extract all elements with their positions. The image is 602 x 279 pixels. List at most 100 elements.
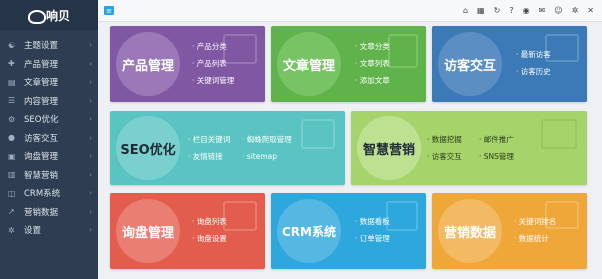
sidebar-item-label: 访客交互 [24,133,59,144]
tile-link[interactable]: 栏目关键词 [188,131,231,148]
sidebar-item-label: CRM系统 [24,189,61,200]
sidebar-item-content[interactable]: ☰ 内容管理 › [0,92,98,111]
help-icon[interactable]: ? [509,6,513,15]
tile-link[interactable]: 数据挖掘 [427,131,462,148]
tile-product[interactable]: 产品管理 产品分类 产品列表 关键词管理 [110,26,265,102]
tile-link[interactable]: 关键词管理 [192,72,235,89]
sidebar-item-marketing[interactable]: ▥ 智慧营销 › [0,166,98,185]
tile-link[interactable]: 关键词排名 [514,213,557,230]
tile-link[interactable]: 添加文章 [355,72,390,89]
list-icon: ☰ [8,96,16,106]
tile-circle: 营销数据 [438,199,502,263]
tile-links: 产品分类 产品列表 关键词管理 [192,38,235,89]
tile-link[interactable]: 邮件推广 [479,131,514,148]
tile-decoration [541,119,577,149]
logo-icon [27,10,46,24]
tile-links: 关键词排名 数据统计 [514,213,557,247]
sidebar-nav: ☯ 主题设置 › ✚ 产品管理 › ▤ 文章管理 › ☰ 内容管理 › ⚙ SEO优化 › ● 访客交… [0,30,98,240]
sidebar-item-data[interactable]: ↗ 营销数据 › [0,203,98,222]
user-icon[interactable]: ☺ [554,6,562,15]
tile-link[interactable]: 订单管理 [355,230,390,247]
grid-icon[interactable]: ▦ [477,6,485,15]
tile-circle: 产品管理 [116,32,180,96]
tile-inquiry[interactable]: 询盘管理 询盘列表 询盘设置 [110,193,265,269]
sidebar-item-label: 设置 [24,226,42,237]
tile-link[interactable]: 友情链接 [188,148,230,165]
tile-link[interactable]: 询盘设置 [192,230,227,247]
sidebar-item-product[interactable]: ✚ 产品管理 › [0,55,98,74]
sidebar-item-visitor[interactable]: ● 访客交互 › [0,129,98,148]
sidebar-item-theme[interactable]: ☯ 主题设置 › [0,36,98,55]
tile-link[interactable]: 访客交互 [427,148,462,165]
tile-links: 文章分类 文章列表 添加文章 [355,38,390,89]
chevron-right-icon: › [89,189,92,198]
tile-link[interactable]: 蜘蛛爬取管理 [242,131,292,148]
sidebar-item-label: 主题设置 [24,41,59,52]
tile-link[interactable]: 数据看板 [355,213,390,230]
tile-link[interactable]: 访客历史 [516,63,551,80]
brand-logo[interactable]: 响贝 [0,0,98,30]
menu-toggle-button[interactable]: ≡ [104,6,114,15]
chevron-right-icon: › [89,115,92,124]
sidebar-item-label: SEO优化 [24,115,59,126]
tile-link[interactable]: 最新访客 [516,46,551,63]
tile-title: 文章管理 [282,58,335,74]
sidebar: 响贝 ☯ 主题设置 › ✚ 产品管理 › ▤ 文章管理 › ☰ 内容管理 › ⚙ SEO优化 › ●… [0,0,98,279]
chevron-right-icon: › [89,170,92,179]
box-icon: ▣ [8,151,16,161]
sidebar-item-settings[interactable]: ✲ 设置 › [0,221,98,240]
toolbar-icons: ⌂ ▦ ↻ ? ◉ ✉ ☺ ✲ ✕ [463,6,594,15]
sidebar-item-label: 询盘管理 [24,152,59,163]
tile-link[interactable]: 产品列表 [192,55,234,72]
tile-data[interactable]: 营销数据 关键词排名 数据统计 [432,193,587,269]
tile-title: 访客交互 [443,58,496,74]
settings-icon[interactable]: ✲ [572,6,579,15]
top-bar: ≡ ⌂ ▦ ↻ ? ◉ ✉ ☺ ✲ ✕ [98,0,602,22]
tile-title: 营销数据 [443,225,496,241]
tile-article[interactable]: 文章管理 文章分类 文章列表 添加文章 [271,26,426,102]
seo-icon: ⚙ [8,114,16,124]
chevron-right-icon: › [89,41,92,50]
tile-link[interactable]: sitemap [242,148,292,165]
tile-link[interactable]: 文章分类 [355,38,390,55]
refresh-icon[interactable]: ↻ [494,6,501,15]
tile-crm[interactable]: CRM系统 数据看板 订单管理 [271,193,426,269]
tile-circle: 智慧营销 [357,116,421,180]
tile-title: SEO优化 [120,142,176,158]
chevron-right-icon: › [89,207,92,216]
crm-icon: ◫ [8,188,16,198]
brand-name: 响贝 [45,8,70,23]
sidebar-item-article[interactable]: ▤ 文章管理 › [0,73,98,92]
close-icon[interactable]: ✕ [587,6,594,15]
tile-seo[interactable]: SEO优化 栏目关键词 友情链接 蜘蛛爬取管理 sitemap [110,111,345,185]
sidebar-item-crm[interactable]: ◫ CRM系统 › [0,184,98,203]
tile-circle: 文章管理 [277,32,341,96]
tile-circle: 询盘管理 [116,199,180,263]
tile-link[interactable]: 数据统计 [514,230,556,247]
chevron-right-icon: › [89,152,92,161]
message-icon[interactable]: ✉ [539,6,546,15]
doc-icon: ▤ [8,77,16,87]
people-icon: ☯ [8,40,16,50]
tile-link[interactable]: SNS管理 [479,148,514,165]
chevron-right-icon: › [89,96,92,105]
hamburger-icon: ≡ [106,6,112,15]
tile-link[interactable]: 文章列表 [355,55,390,72]
tile-decoration [223,201,257,231]
tile-visitor[interactable]: 访客交互 最新访客 访客历史 [432,26,587,102]
sidebar-item-label: 内容管理 [24,96,59,107]
tile-marketing[interactable]: 智慧营销 数据挖掘 访客交互 邮件推广 SNS管理 [351,111,587,185]
sidebar-item-seo[interactable]: ⚙ SEO优化 › [0,110,98,129]
location-icon[interactable]: ◉ [523,6,530,15]
sidebar-item-label: 智慧营销 [24,170,59,181]
tile-link[interactable]: 询盘列表 [192,213,227,230]
chart-icon: ▥ [8,170,16,180]
chevron-right-icon: › [89,133,92,142]
home-icon[interactable]: ⌂ [463,6,468,15]
sidebar-item-label: 产品管理 [24,59,59,70]
tile-links: 最新访客 访客历史 [516,46,551,80]
chevron-right-icon: › [89,226,92,235]
plus-icon: ✚ [8,59,15,69]
sidebar-item-inquiry[interactable]: ▣ 询盘管理 › [0,147,98,166]
tile-link[interactable]: 产品分类 [192,38,234,55]
